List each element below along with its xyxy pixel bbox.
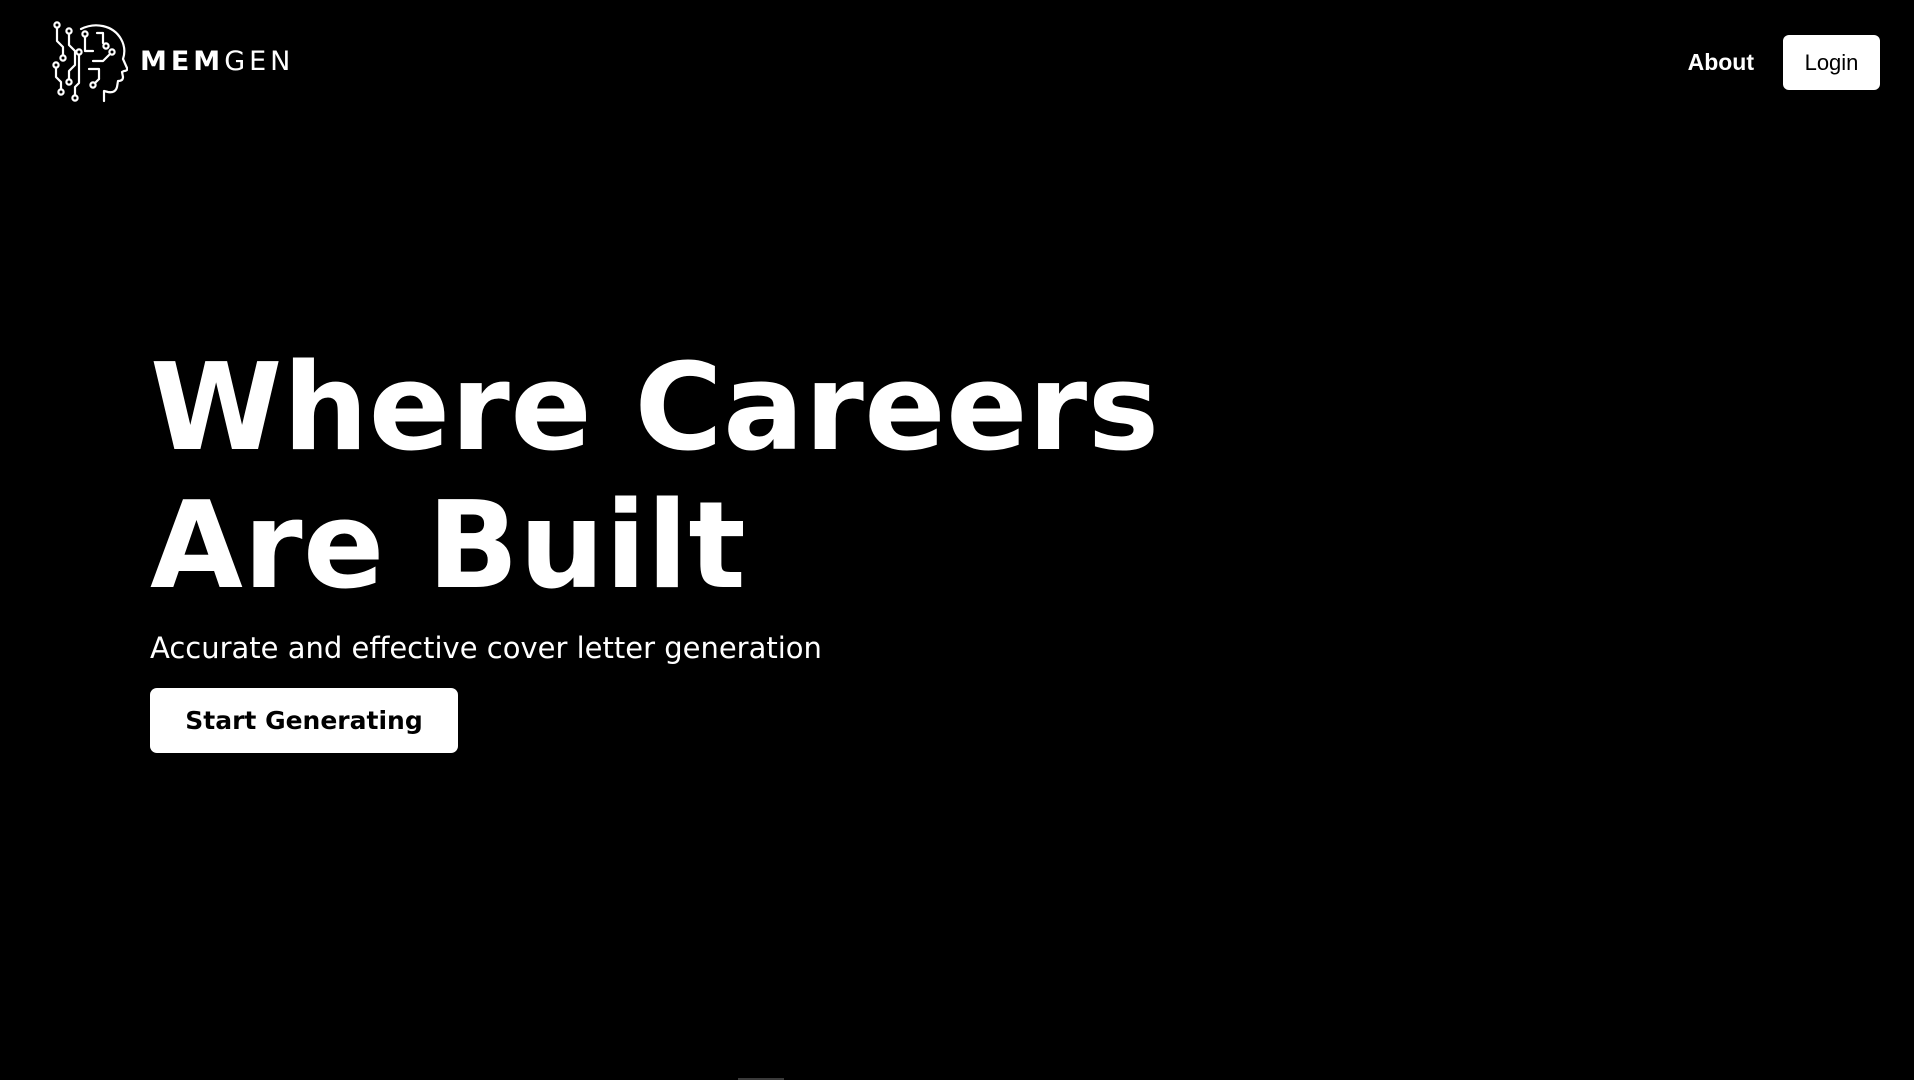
logo-wordmark: MEMGEN xyxy=(140,48,294,75)
login-button[interactable]: Login xyxy=(1783,35,1880,90)
circuit-head-icon xyxy=(52,21,128,103)
hero-title-line-2: Are Built xyxy=(150,477,747,616)
hero-section: Where Careers Are Built Accurate and eff… xyxy=(150,340,1450,753)
start-generating-button[interactable]: Start Generating xyxy=(150,688,458,753)
hero-title: Where Careers Are Built xyxy=(150,340,1450,616)
about-link[interactable]: About xyxy=(1688,49,1754,76)
top-nav: About Login xyxy=(1688,35,1880,90)
site-header: MEMGEN About Login xyxy=(0,0,1914,124)
hero-title-line-1: Where Careers xyxy=(150,339,1160,478)
logo-link[interactable]: MEMGEN xyxy=(51,21,294,103)
logo-text-light: GEN xyxy=(224,45,295,77)
logo-text-strong: MEM xyxy=(140,45,225,77)
hero-subtitle: Accurate and effective cover letter gene… xyxy=(150,631,822,665)
